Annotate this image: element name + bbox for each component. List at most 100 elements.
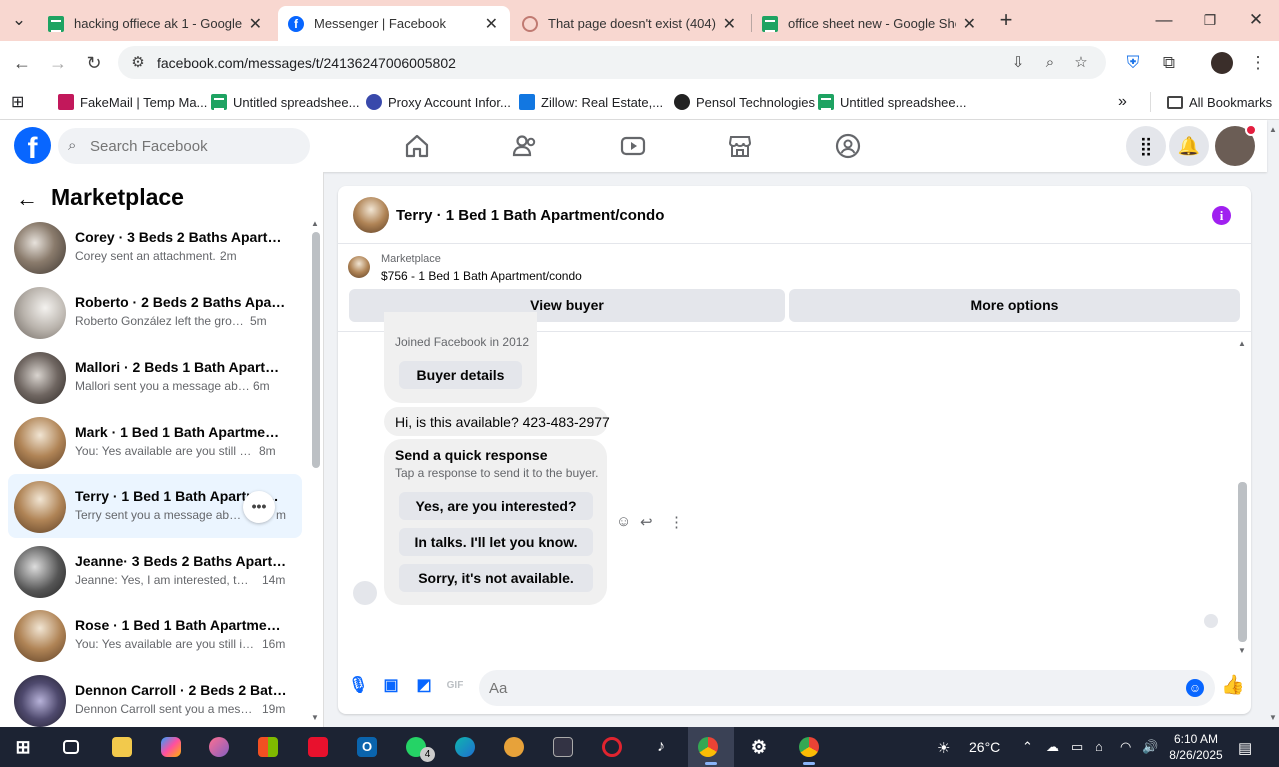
chrome-app-2[interactable] <box>789 727 829 767</box>
notification-center-icon[interactable]: ▤ <box>1238 739 1252 757</box>
like-thumb-icon[interactable]: 👍 <box>1221 676 1245 696</box>
close-tab-icon[interactable]: ✕ <box>723 14 736 34</box>
sticker-icon[interactable]: ◩ <box>414 676 434 696</box>
chrome-app-active[interactable] <box>688 727 734 767</box>
profile-avatar[interactable] <box>1211 52 1233 74</box>
more-options-button[interactable]: More options <box>789 289 1240 322</box>
photo-icon[interactable]: ▣ <box>381 676 401 696</box>
conversation-options-button[interactable]: ••• <box>243 491 275 523</box>
badge-app[interactable] <box>494 727 534 767</box>
bookmark-spreadsheet-1[interactable]: Untitled spreadshee... <box>211 92 359 112</box>
address-bar[interactable]: ⚙ facebook.com/messages/t/24136247006005… <box>118 46 1106 79</box>
start-button[interactable]: ⊞ <box>3 727 43 767</box>
notifications-bell-icon[interactable]: 🔔 <box>1169 126 1209 166</box>
tab-hacking-sheet[interactable]: hacking offiece ak 1 - Google D ✕ <box>38 6 274 41</box>
close-tab-icon[interactable]: ✕ <box>485 14 498 34</box>
extensions-icon[interactable]: ⧉ <box>1157 51 1181 75</box>
message-input[interactable]: ☺ <box>479 670 1215 706</box>
listing-price[interactable]: $756 - 1 Bed 1 Bath Apartment/condo <box>381 269 582 283</box>
outlook-app[interactable]: O <box>347 727 387 767</box>
settings-app-2[interactable] <box>543 727 583 767</box>
minimize-button[interactable]: — <box>1151 8 1177 32</box>
conversation-item[interactable]: Dennon Carroll · 2 Beds 2 Baths ... Denn… <box>8 668 302 732</box>
chat-title[interactable]: Terry · 1 Bed 1 Bath Apartment/condo <box>396 207 664 224</box>
apps-icon[interactable]: ⊞ <box>11 92 24 112</box>
conversation-item[interactable]: Roberto · 2 Beds 2 Baths Apart... Robert… <box>8 280 302 344</box>
quick-response-in-talks[interactable]: In talks. I'll let you know. <box>399 528 593 556</box>
battery-icon[interactable]: ▭ <box>1071 739 1083 755</box>
account-avatar[interactable] <box>1215 124 1257 166</box>
zoom-icon[interactable]: ⌕ <box>1040 53 1060 73</box>
conversation-item[interactable]: Rose · 1 Bed 1 Bath Apartment/c... You: … <box>8 603 302 667</box>
tab-messenger[interactable]: f Messenger | Facebook ✕ <box>278 6 510 41</box>
home-icon[interactable] <box>403 132 431 160</box>
gif-icon[interactable]: GIF <box>445 676 465 696</box>
paint-app[interactable] <box>199 727 239 767</box>
chat-scrollbar[interactable] <box>1238 482 1247 642</box>
wifi-icon[interactable]: ◠ <box>1120 739 1131 755</box>
emoji-icon[interactable]: ☺ <box>1186 679 1204 697</box>
tiktok-app[interactable]: ♪ <box>641 727 681 767</box>
quick-response-yes[interactable]: Yes, are you interested? <box>399 492 593 520</box>
tab-search-icon[interactable]: ⌄ <box>6 8 32 32</box>
react-icon[interactable]: ☺ <box>616 513 631 530</box>
listing-thumbnail[interactable] <box>348 256 370 278</box>
chat-scroll-up-arrow[interactable]: ▲ <box>1238 339 1246 348</box>
quick-response-not-available[interactable]: Sorry, it's not available. <box>399 564 593 592</box>
edge-app[interactable] <box>445 727 485 767</box>
system-clock[interactable]: 6:10 AM 8/26/2025 <box>1166 731 1226 763</box>
back-arrow-icon[interactable]: ← <box>16 186 38 212</box>
new-tab-button[interactable]: + <box>993 8 1019 32</box>
settings-app[interactable]: ⚙ <box>739 727 779 767</box>
facebook-logo-icon[interactable]: f <box>14 127 51 164</box>
bookmark-zillow[interactable]: Zillow: Real Estate,... <box>519 92 663 112</box>
friends-icon[interactable] <box>511 132 539 160</box>
more-bookmarks-icon[interactable]: » <box>1118 92 1127 112</box>
install-app-icon[interactable]: ⇩ <box>1008 53 1028 73</box>
opera-app[interactable] <box>592 727 632 767</box>
bookmark-spreadsheet-2[interactable]: Untitled spreadshee... <box>818 92 966 112</box>
all-bookmarks[interactable]: All Bookmarks <box>1150 92 1272 112</box>
menu-icon[interactable]: ⋮ <box>1246 51 1270 75</box>
conversation-item[interactable]: Mark · 1 Bed 1 Bath Apartment/... You: Y… <box>8 410 302 474</box>
scroll-up-arrow[interactable]: ▲ <box>311 219 319 228</box>
file-explorer-app[interactable] <box>102 727 142 767</box>
onedrive-icon[interactable]: ☁ <box>1046 739 1059 755</box>
video-icon[interactable] <box>619 132 647 160</box>
shield-extension-icon[interactable]: ⛨ <box>1121 51 1145 75</box>
media-app[interactable] <box>298 727 338 767</box>
tab-404[interactable]: That page doesn't exist (404) - F ✕ <box>512 6 748 41</box>
volume-icon[interactable]: 🔊 <box>1142 739 1158 755</box>
back-button[interactable]: ← <box>10 51 34 75</box>
bookmark-star-icon[interactable]: ☆ <box>1071 53 1091 73</box>
scroll-down-arrow[interactable]: ▼ <box>311 713 319 722</box>
close-window-button[interactable]: ✕ <box>1243 8 1269 32</box>
info-icon[interactable]: i <box>1212 206 1231 225</box>
weather-icon[interactable]: ☀ <box>937 739 950 757</box>
store-app[interactable] <box>248 727 288 767</box>
microphone-icon[interactable]: 🎙 <box>348 676 368 696</box>
bookmark-proxy[interactable]: Proxy Account Infor... <box>366 92 511 112</box>
contact-avatar[interactable] <box>353 197 389 233</box>
whatsapp-app[interactable]: 4 <box>396 727 436 767</box>
more-actions-icon[interactable]: ⋮ <box>669 513 684 531</box>
restore-button[interactable]: ❐ <box>1197 8 1223 32</box>
site-info-icon[interactable]: ⚙ <box>128 53 148 73</box>
marketplace-icon[interactable] <box>726 132 754 160</box>
reload-button[interactable]: ↻ <box>82 51 106 75</box>
conversation-item[interactable]: Corey · 3 Beds 2 Baths Apartme... Corey … <box>8 215 302 279</box>
close-tab-icon[interactable]: ✕ <box>249 14 262 34</box>
conversation-item-selected[interactable]: Terry · 1 Bed 1 Bath Apartme... Terry se… <box>8 474 302 538</box>
menu-grid-icon[interactable]: ⣿ <box>1126 126 1166 166</box>
reply-icon[interactable]: ↩ <box>640 513 653 531</box>
forward-button[interactable]: → <box>46 51 70 75</box>
bookmark-fakemail[interactable]: FakeMail | Temp Ma... <box>58 92 207 112</box>
show-hidden-icons[interactable]: ⌃ <box>1022 739 1033 755</box>
conversation-item[interactable]: Jeanne· 3 Beds 2 Baths Apartme... Jeanne… <box>8 539 302 603</box>
weather-temp[interactable]: 26°C <box>969 739 1000 755</box>
facebook-search[interactable]: ⌕ <box>58 128 310 164</box>
task-view-button[interactable] <box>51 727 91 767</box>
search-input[interactable] <box>90 128 300 164</box>
bookmark-pensol[interactable]: Pensol Technologies <box>674 92 815 112</box>
groups-icon[interactable] <box>834 132 862 160</box>
